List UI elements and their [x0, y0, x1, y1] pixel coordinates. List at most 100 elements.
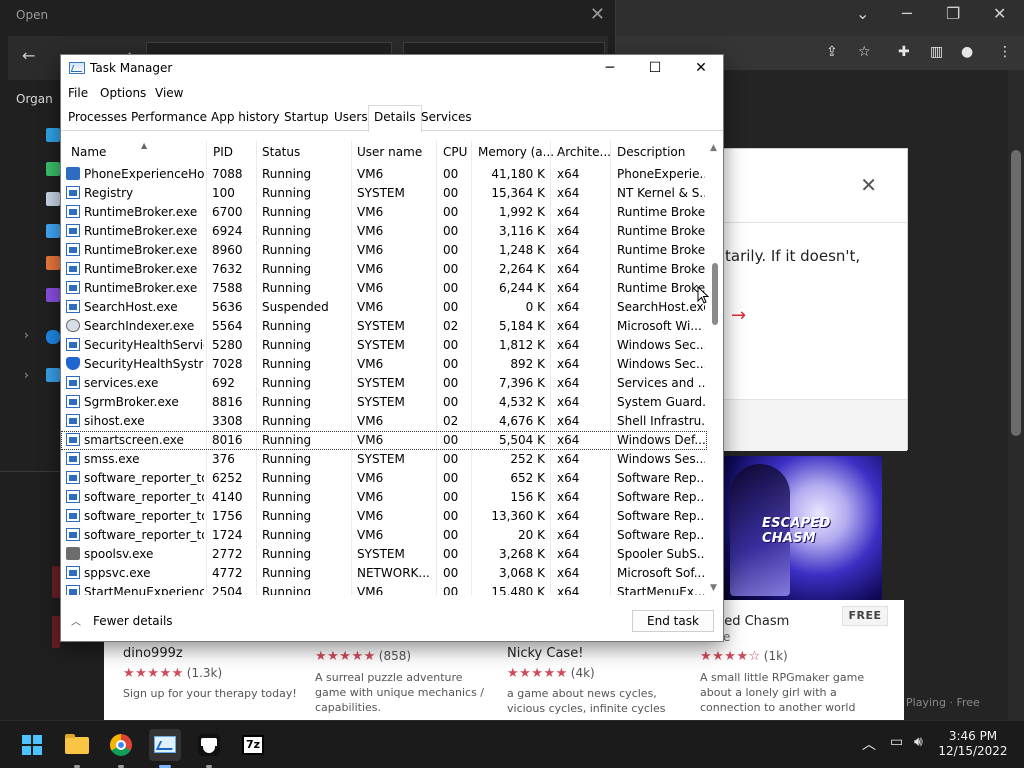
taskbar-chrome[interactable] — [105, 729, 137, 768]
game-card-author[interactable]: dino999z — [123, 646, 183, 661]
table-row[interactable]: smartscreen.exe 8016 Running VM6 00 5,504 K x6… — [61, 431, 707, 450]
table-row[interactable]: sppsvc.exe 4772 Running NETWORK... 00 3,068 K… — [61, 564, 707, 583]
table-row[interactable]: software_reporter_to... 6252 Running VM6 00 6… — [61, 469, 707, 488]
tab-startup[interactable]: Startup — [284, 110, 329, 124]
details-scrollbar[interactable]: ▲ ▼ — [707, 141, 723, 595]
process-status: Running — [262, 167, 312, 181]
table-row[interactable]: SecurityHealthServic... 5280 Running SYSTEM… — [61, 336, 707, 355]
process-status: Running — [262, 547, 312, 561]
column-header-user-name[interactable]: User name — [357, 145, 422, 159]
maximize-icon[interactable]: ☐ — [632, 55, 678, 83]
table-row[interactable]: software_reporter_to... 1724 Running VM6 00 2… — [61, 526, 707, 545]
scroll-thumb[interactable] — [712, 263, 718, 325]
taskbar-itch[interactable] — [193, 729, 225, 768]
table-row[interactable]: sihost.exe 3308 Running VM6 02 4,676 K x64 Shel… — [61, 412, 707, 431]
start-button[interactable] — [16, 729, 48, 761]
table-row[interactable]: RuntimeBroker.exe 6924 Running VM6 00 3,116 K… — [61, 222, 707, 241]
table-row[interactable]: RuntimeBroker.exe 7632 Running VM6 00 2,264 K… — [61, 260, 707, 279]
table-row[interactable]: smss.exe 376 Running SYSTEM 00 252 K x64 Window… — [61, 450, 707, 469]
column-header-cpu[interactable]: CPU — [443, 145, 467, 159]
chrome-scroll-thumb[interactable] — [1011, 150, 1021, 436]
system-clock[interactable]: 3:46 PM 12/15/2022 — [938, 729, 1008, 759]
table-row[interactable]: Registry 100 Running SYSTEM 00 15,364 K x64 NT … — [61, 184, 707, 203]
close-icon[interactable]: ✕ — [678, 55, 724, 83]
open-dialog-close-icon[interactable]: ✕ — [590, 4, 605, 25]
taskbar-file-explorer[interactable] — [61, 729, 93, 768]
itch-arrow-icon[interactable]: → — [731, 305, 746, 326]
bookmark-star-icon[interactable]: ☆ — [858, 44, 871, 60]
table-row[interactable]: PhoneExperienceHo... 7088 Running VM6 00 41,1… — [61, 165, 707, 184]
chrome-scrollbar[interactable] — [1008, 70, 1024, 720]
table-row[interactable]: software_reporter_to... 4140 Running VM6 00 1… — [61, 488, 707, 507]
documents-icon[interactable] — [46, 192, 60, 206]
itch-footer-links[interactable]: Playing · Free — [906, 696, 980, 709]
table-row[interactable]: SgrmBroker.exe 8816 Running SYSTEM 00 4,532 K… — [61, 393, 707, 412]
chrome-tab-search-chevron-icon[interactable]: ⌄ — [856, 4, 869, 23]
table-row[interactable]: SecurityHealthSystra... 7028 Running VM6 00 8… — [61, 355, 707, 374]
desktop-icon[interactable] — [46, 128, 60, 142]
fewer-details-link[interactable]: ︿ Fewer details — [71, 613, 173, 628]
extensions-icon[interactable]: ✚ — [898, 44, 910, 60]
network-icon[interactable]: ▭ — [890, 734, 903, 750]
share-icon[interactable]: ⇪ — [826, 44, 838, 60]
taskbar-task-manager[interactable] — [149, 729, 181, 768]
organize-button[interactable]: Organ — [16, 92, 53, 106]
table-row[interactable]: RuntimeBroker.exe 6700 Running VM6 00 1,992 K… — [61, 203, 707, 222]
column-header-pid[interactable]: PID — [213, 145, 233, 159]
table-row[interactable]: StartMenuExperienc... 2504 Running VM6 00 15,… — [61, 583, 707, 595]
rating-count: (1.3k) — [186, 666, 223, 680]
chrome-icon — [110, 734, 132, 756]
profile-avatar-icon[interactable]: ● — [961, 44, 973, 60]
process-user: VM6 — [357, 528, 384, 542]
table-row[interactable]: SearchHost.exe 5636 Suspended VM6 00 0 K x64 Se… — [61, 298, 707, 317]
music-icon[interactable] — [46, 256, 60, 270]
back-arrow-icon[interactable]: ← — [22, 46, 35, 65]
chrome-menu-icon[interactable]: ⋮ — [998, 44, 1012, 60]
scroll-up-arrow-icon[interactable]: ▲ — [710, 143, 717, 153]
videos-icon[interactable] — [46, 288, 60, 302]
expand-chevron-icon[interactable]: › — [24, 328, 29, 342]
volume-icon[interactable]: 🔊︎ — [914, 734, 923, 750]
process-description: Windows Ses... — [617, 452, 705, 466]
menu-view[interactable]: View — [155, 86, 183, 100]
downloads-icon[interactable] — [46, 162, 60, 176]
game-card-author[interactable]: Nicky Case! — [507, 646, 583, 661]
task-manager-titlebar[interactable]: Task Manager ─ ☐ ✕ — [61, 55, 723, 83]
chrome-close-icon[interactable]: ✕ — [993, 4, 1006, 23]
onedrive-icon[interactable] — [46, 330, 60, 344]
column-header-status[interactable]: Status — [262, 145, 300, 159]
tab-processes[interactable]: Processes — [68, 110, 127, 124]
game-cover-image[interactable]: ESCAPED CHASM — [724, 456, 882, 600]
column-header-architecture[interactable]: Archite... — [557, 145, 611, 159]
table-row[interactable]: services.exe 692 Running SYSTEM 00 7,396 K x64… — [61, 374, 707, 393]
table-row[interactable]: spoolsv.exe 2772 Running SYSTEM 00 3,268 K x64… — [61, 545, 707, 564]
column-header-memory[interactable]: Memory (a... — [478, 145, 554, 159]
tab-users[interactable]: Users — [334, 110, 368, 124]
show-hidden-icons-chevron-icon[interactable]: ︿ — [862, 734, 876, 754]
itch-modal-close-icon[interactable]: ✕ — [860, 173, 877, 197]
expand-chevron-icon[interactable]: › — [24, 368, 29, 382]
tab-performance[interactable]: Performance — [131, 110, 207, 124]
taskbar-7zip[interactable]: 7z — [237, 729, 269, 761]
app-window-icon — [66, 338, 80, 351]
table-row[interactable]: SearchIndexer.exe 5564 Running SYSTEM 02 5,18… — [61, 317, 707, 336]
tab-services[interactable]: Services — [421, 110, 472, 124]
minimize-icon[interactable]: ─ — [587, 55, 633, 83]
menu-file[interactable]: File — [68, 86, 88, 100]
column-header-description[interactable]: Description — [617, 145, 685, 159]
column-header-name[interactable]: Name ▲ — [71, 141, 147, 159]
menu-options[interactable]: Options — [100, 86, 146, 100]
end-task-button[interactable]: End task — [632, 610, 714, 632]
pictures-icon[interactable] — [46, 224, 60, 238]
table-row[interactable]: software_reporter_to... 1756 Running VM6 00 1… — [61, 507, 707, 526]
side-panel-icon[interactable]: ▥ — [930, 44, 943, 60]
process-memory: 15,480 K — [491, 585, 545, 595]
tab-app-history[interactable]: App history — [211, 110, 280, 124]
chrome-minimize-icon[interactable]: ─ — [902, 4, 912, 23]
table-row[interactable]: RuntimeBroker.exe 8960 Running VM6 00 1,248 K… — [61, 241, 707, 260]
chrome-restore-icon[interactable]: ❐ — [946, 4, 960, 23]
table-row[interactable]: RuntimeBroker.exe 7588 Running VM6 00 6,244 K… — [61, 279, 707, 298]
scroll-down-arrow-icon[interactable]: ▼ — [710, 583, 717, 593]
tab-details[interactable]: Details — [368, 105, 422, 132]
this-pc-icon[interactable] — [46, 368, 60, 382]
